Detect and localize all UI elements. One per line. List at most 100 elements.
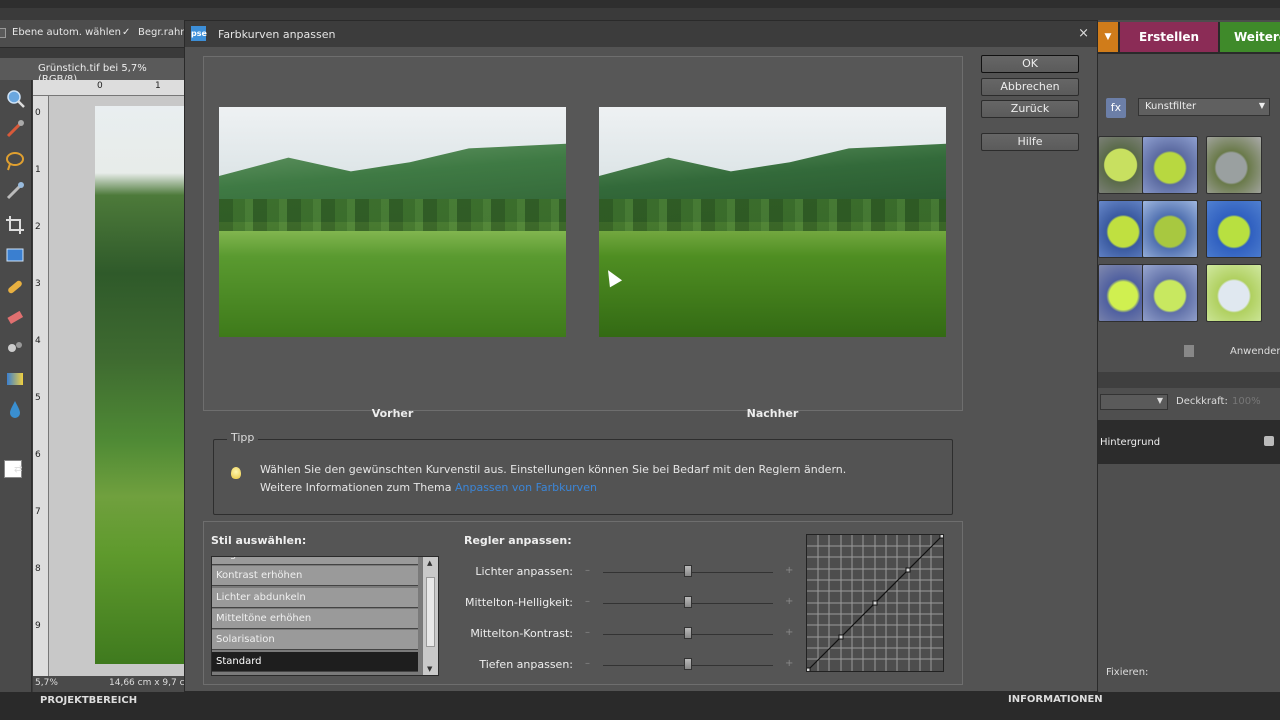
ruler-left-label: 9 [35,621,41,631]
ruler-top: 0 1 [33,80,184,96]
midtone-contrast-slider-thumb[interactable] [684,627,692,639]
layer-row[interactable]: Hintergrund [1098,420,1280,464]
sliders-heading: Regler anpassen: [464,534,572,547]
crop-tool-icon[interactable] [4,214,26,236]
dialog-titlebar[interactable]: pse Farbkurven anpassen × [185,21,1097,47]
list-item[interactable]: Mitteltöne erhöhen [212,609,418,629]
ruler-left: 0 1 2 3 4 5 6 7 8 9 [33,96,49,676]
blend-mode-select[interactable]: ▼ [1100,394,1168,410]
eyedropper-tool-icon[interactable] [4,118,26,140]
midtone-brightness-slider-thumb[interactable] [684,596,692,608]
back-button[interactable]: Zurück [981,100,1079,118]
lock-icon [1264,436,1274,446]
zoom-level: 5,7% [35,678,58,688]
list-item-selected[interactable]: Standard [212,652,418,672]
filter-thumbnail[interactable] [1142,200,1198,258]
filter-thumbnail[interactable] [1206,136,1262,194]
gradient-tool-icon[interactable] [4,368,26,390]
document-image[interactable] [95,106,184,664]
list-item[interactable]: Gegenlicht [212,557,418,565]
ok-button[interactable]: OK [981,55,1079,73]
menu-bar[interactable] [0,0,1280,8]
ruler-left-label: 2 [35,222,41,232]
scrollbar[interactable]: ▲ ▼ [422,557,438,675]
lasso-tool-icon[interactable] [4,150,26,172]
tab-share[interactable]: Weiterg [1220,22,1280,52]
style-list[interactable]: Gegenlicht Kontrast erhöhen Lichter abdu… [211,556,439,676]
filter-category-label: Kunstfilter [1145,101,1197,112]
plus-icon: + [785,627,794,638]
opacity-value[interactable]: 100% [1232,396,1261,407]
help-button[interactable]: Hilfe [981,133,1079,151]
curve-point [838,634,844,640]
tip-title: Tipp [227,431,259,444]
list-item[interactable]: Solarisation [212,630,418,650]
after-preview-image [599,107,946,337]
status-bar: 5,7% 14,66 cm x 9,7 cr [33,676,188,692]
zoom-tool-icon[interactable] [4,88,26,110]
ruler-left-label: 4 [35,336,41,346]
plus-icon: + [785,658,794,669]
opacity-label: Deckkraft: [1176,396,1228,407]
tip-text-prefix: Weitere Informationen zum Thema [260,481,455,494]
layers-panel-header [1098,372,1280,388]
ruler-left-label: 3 [35,279,41,289]
info-label[interactable]: INFORMATIONEN [1008,694,1103,705]
filter-thumbnail[interactable] [1142,264,1198,322]
highlights-slider-thumb[interactable] [684,565,692,577]
quick-selection-tool-icon[interactable] [4,180,26,202]
minus-icon: – [585,627,590,638]
curve-point [805,667,811,673]
fx-icon[interactable]: fx [1106,98,1126,118]
highlights-slider-label: Lichter anpassen: [475,565,573,578]
brush-tool-icon[interactable] [4,336,26,358]
eraser-tool-icon[interactable] [4,306,26,328]
ruler-left-label: 6 [35,450,41,460]
tab-create[interactable]: Erstellen [1120,22,1218,52]
document-size: 14,66 cm x 9,7 cr [109,678,189,688]
tip-link[interactable]: Anpassen von Farbkurven [455,481,597,494]
minus-icon: – [585,658,590,669]
filter-thumbnail[interactable] [1206,200,1262,258]
curve-graph[interactable] [805,533,945,673]
list-item[interactable]: Lichter abdunkeln [212,588,418,608]
filter-thumbnail[interactable] [1142,136,1198,194]
cancel-button[interactable]: Abbrechen [981,78,1079,96]
curve-graph-svg[interactable] [805,533,945,673]
midtone-contrast-slider-label: Mittelton-Kontrast: [470,627,573,640]
recompose-tool-icon[interactable] [4,244,26,266]
blur-tool-icon[interactable] [4,398,26,420]
apply-button[interactable]: Anwenden [1230,346,1280,357]
dropdown-arrow-icon[interactable]: ▼ [1098,22,1118,52]
scroll-down-icon[interactable]: ▼ [427,665,432,673]
ruler-left-label: 8 [35,564,41,574]
checkmark-icon[interactable]: ✓ [122,27,130,38]
healing-brush-tool-icon[interactable] [4,276,26,298]
shadows-slider-thumb[interactable] [684,658,692,670]
before-preview-image [219,107,566,337]
project-area-label[interactable]: PROJEKTBEREICH [40,695,137,706]
curves-dialog: pse Farbkurven anpassen × Vorher Nachher… [184,20,1098,692]
minus-icon: – [585,565,590,576]
scroll-thumb[interactable] [426,577,435,647]
dialog-title: Farbkurven anpassen [218,28,336,41]
ruler-top-label: 1 [155,81,161,91]
list-item[interactable]: Kontrast erhöhen [212,566,418,586]
trash-icon[interactable] [1184,345,1194,357]
effects-toolbar: fx Kunstfilter ▼ [1098,94,1280,122]
tip-text: Wählen Sie den gewünschten Kurvenstil au… [260,463,847,476]
chevron-down-icon: ▼ [1258,101,1265,110]
filter-category-select[interactable]: Kunstfilter ▼ [1138,98,1270,116]
filter-thumbnail[interactable] [1206,264,1262,322]
ruler-left-label: 5 [35,393,41,403]
preview-area: Vorher Nachher [203,56,963,420]
midtone-brightness-slider-label: Mittelton-Helligkeit: [465,596,573,609]
effects-panel: fx Kunstfilter ▼ Anwenden ▼ Deckkraft: 1… [1098,54,1280,692]
chevron-down-icon: ▼ [1156,396,1163,405]
scroll-up-icon[interactable]: ▲ [427,559,432,567]
project-bar: PROJEKTBEREICH INFORMATIONEN [0,692,1280,720]
app-icon: pse [191,26,207,41]
close-icon[interactable]: × [1078,26,1089,41]
shadows-slider-label: Tiefen anpassen: [479,658,573,671]
auto-select-checkbox[interactable] [0,28,6,38]
